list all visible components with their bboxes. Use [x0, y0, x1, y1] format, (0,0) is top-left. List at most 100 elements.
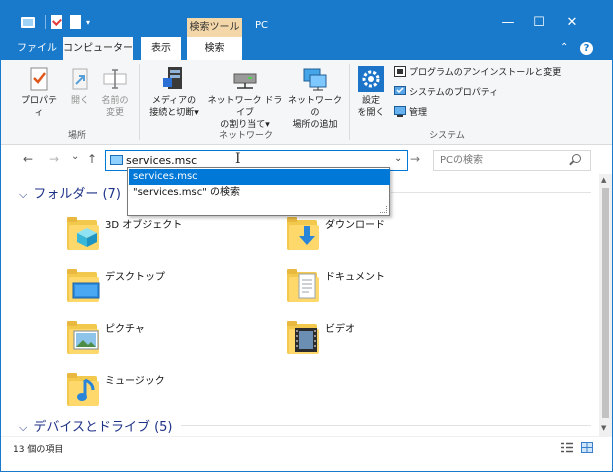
folder-pictures[interactable]: ピクチャ	[65, 318, 285, 364]
details-view-icon[interactable]	[561, 442, 573, 453]
properties-label: プロパティ	[20, 96, 57, 118]
folder-desktop[interactable]: デスクトップ	[65, 266, 285, 312]
chevron-down-icon: ⌵	[19, 188, 28, 201]
scroll-down-icon[interactable]: ▼	[601, 424, 606, 432]
qat-separator	[45, 15, 46, 29]
autocomplete-item[interactable]: "services.msc" の検索	[129, 185, 390, 201]
contextual-tab-label: 検索ツール	[187, 18, 242, 37]
folder-music[interactable]: ミュージック	[65, 370, 285, 416]
folder-label: 3D オブジェクト	[105, 220, 183, 231]
folder-label: ミュージック	[105, 376, 165, 387]
media-connect-button[interactable]: メディアの 接続と切断▾	[143, 66, 205, 119]
folder-3d-icon	[65, 214, 99, 250]
open-label: 開く	[70, 96, 89, 106]
forward-button[interactable]: →	[49, 152, 59, 166]
new-document-icon[interactable]	[70, 15, 81, 29]
tab-view[interactable]: 表示	[141, 37, 181, 60]
window-title: PC	[255, 20, 269, 31]
folder-pictures-icon	[65, 318, 99, 354]
folder-label: ピクチャ	[105, 324, 145, 335]
folder-desktop-icon	[65, 266, 100, 302]
go-button[interactable]: →	[410, 152, 420, 166]
folder-label: ダウンロード	[325, 220, 385, 231]
ribbon-tabs: ファイル コンピューター 表示 検索 ⌃ ?	[1, 37, 612, 60]
chevron-down-icon: ⌵	[19, 421, 28, 434]
location-group-label: 場所	[67, 131, 86, 141]
uninstall-programs-button[interactable]: プログラムのアンインストールと変更	[394, 66, 561, 80]
collapse-ribbon-icon[interactable]: ⌃	[560, 42, 568, 53]
maximize-button[interactable]: ☐	[524, 11, 554, 35]
media-label-1: メディアの	[151, 96, 197, 106]
help-icon[interactable]: ?	[580, 42, 593, 55]
add-location-label-2: 場所の追加	[292, 120, 338, 130]
search-icon[interactable]	[572, 154, 581, 163]
folder-music-icon	[65, 370, 99, 406]
section-divider	[181, 425, 591, 426]
resize-grip-icon[interactable]	[380, 206, 387, 213]
settings-gear-icon	[357, 66, 385, 92]
system-properties-icon	[394, 86, 406, 97]
folder-documents-icon	[285, 266, 319, 302]
rename-button[interactable]: 名前の 変更	[97, 66, 133, 119]
folder-downloads[interactable]: ダウンロード	[285, 214, 505, 260]
pc-icon[interactable]	[21, 17, 35, 28]
add-location-label-1: ネットワークの	[287, 96, 342, 118]
tab-file[interactable]: ファイル	[15, 37, 59, 60]
qat-dropdown-icon[interactable]: ▾	[86, 19, 96, 27]
close-button[interactable]: ✕	[557, 11, 587, 35]
folder-videos-icon	[285, 318, 319, 354]
group-separator	[349, 64, 350, 140]
programs-icon	[394, 66, 406, 77]
folders-section-header[interactable]: ⌵ フォルダー (7)	[19, 183, 121, 202]
ribbon: プロパティ 開く 名前の 変更 場所 メディアの 接続と切断▾ ネットワーク ド…	[1, 60, 612, 145]
folder-videos[interactable]: ビデオ	[285, 318, 505, 364]
address-dropdown-icon[interactable]: ⌄	[394, 153, 402, 164]
settings-label-2: を開く	[357, 108, 385, 118]
properties-check-icon[interactable]	[51, 15, 62, 29]
folder-label: ドキュメント	[325, 272, 385, 283]
large-icons-view-icon[interactable]	[581, 442, 593, 453]
address-pc-icon	[110, 155, 123, 165]
tab-search[interactable]: 検索	[187, 37, 242, 60]
network-group-label: ネットワーク	[218, 131, 273, 141]
system-properties-label: システムのプロパティ	[409, 88, 499, 98]
recent-locations-button[interactable]: ⌄	[71, 151, 79, 162]
scroll-up-icon[interactable]: ▲	[601, 176, 606, 184]
system-group-label: システム	[429, 131, 465, 141]
search-input[interactable]	[440, 151, 560, 170]
tab-computer[interactable]: コンピューター	[63, 37, 133, 60]
up-button[interactable]: ↑	[87, 152, 97, 166]
folder-3d-objects[interactable]: 3D オブジェクト	[65, 214, 285, 260]
media-label-2: 接続と切断▾	[149, 108, 199, 118]
back-button[interactable]: ←	[23, 152, 33, 166]
properties-button[interactable]: プロパティ	[17, 66, 61, 119]
network-location-icon	[301, 66, 329, 92]
folder-documents[interactable]: ドキュメント	[285, 266, 505, 312]
status-bar: 13 個の項目	[1, 436, 612, 458]
address-autocomplete: services.msc "services.msc" の検索	[127, 167, 390, 216]
folder-downloads-icon	[285, 214, 319, 250]
properties-icon	[25, 66, 53, 92]
system-properties-button[interactable]: システムのプロパティ	[394, 86, 498, 100]
media-server-icon	[160, 66, 188, 92]
manage-label: 管理	[409, 108, 428, 118]
open-settings-button[interactable]: 設定 を開く	[353, 66, 389, 119]
open-button[interactable]: 開く	[65, 66, 95, 107]
minimize-button[interactable]: —	[493, 11, 523, 35]
text-cursor-icon: I	[235, 151, 241, 167]
search-box[interactable]	[433, 150, 591, 171]
open-icon	[66, 66, 94, 92]
manage-button[interactable]: 管理	[394, 106, 427, 120]
manage-icon	[394, 106, 406, 117]
devices-section-header[interactable]: ⌵ デバイスとドライブ (5)	[19, 416, 173, 435]
add-network-location-button[interactable]: ネットワークの 場所の追加	[286, 66, 344, 131]
folders-header-label: フォルダー (7)	[33, 187, 121, 202]
vertical-scrollbar[interactable]: ▲ ▼	[599, 174, 612, 436]
scroll-thumb[interactable]	[602, 188, 609, 418]
rename-icon	[101, 66, 129, 92]
map-network-drive-button[interactable]: ネットワーク ドライブ の割り当て▾	[205, 66, 285, 131]
settings-label-1: 設定	[361, 96, 380, 106]
rename-label-2: 変更	[105, 108, 124, 118]
folder-label: デスクトップ	[105, 272, 165, 283]
autocomplete-item[interactable]: services.msc	[129, 169, 390, 185]
